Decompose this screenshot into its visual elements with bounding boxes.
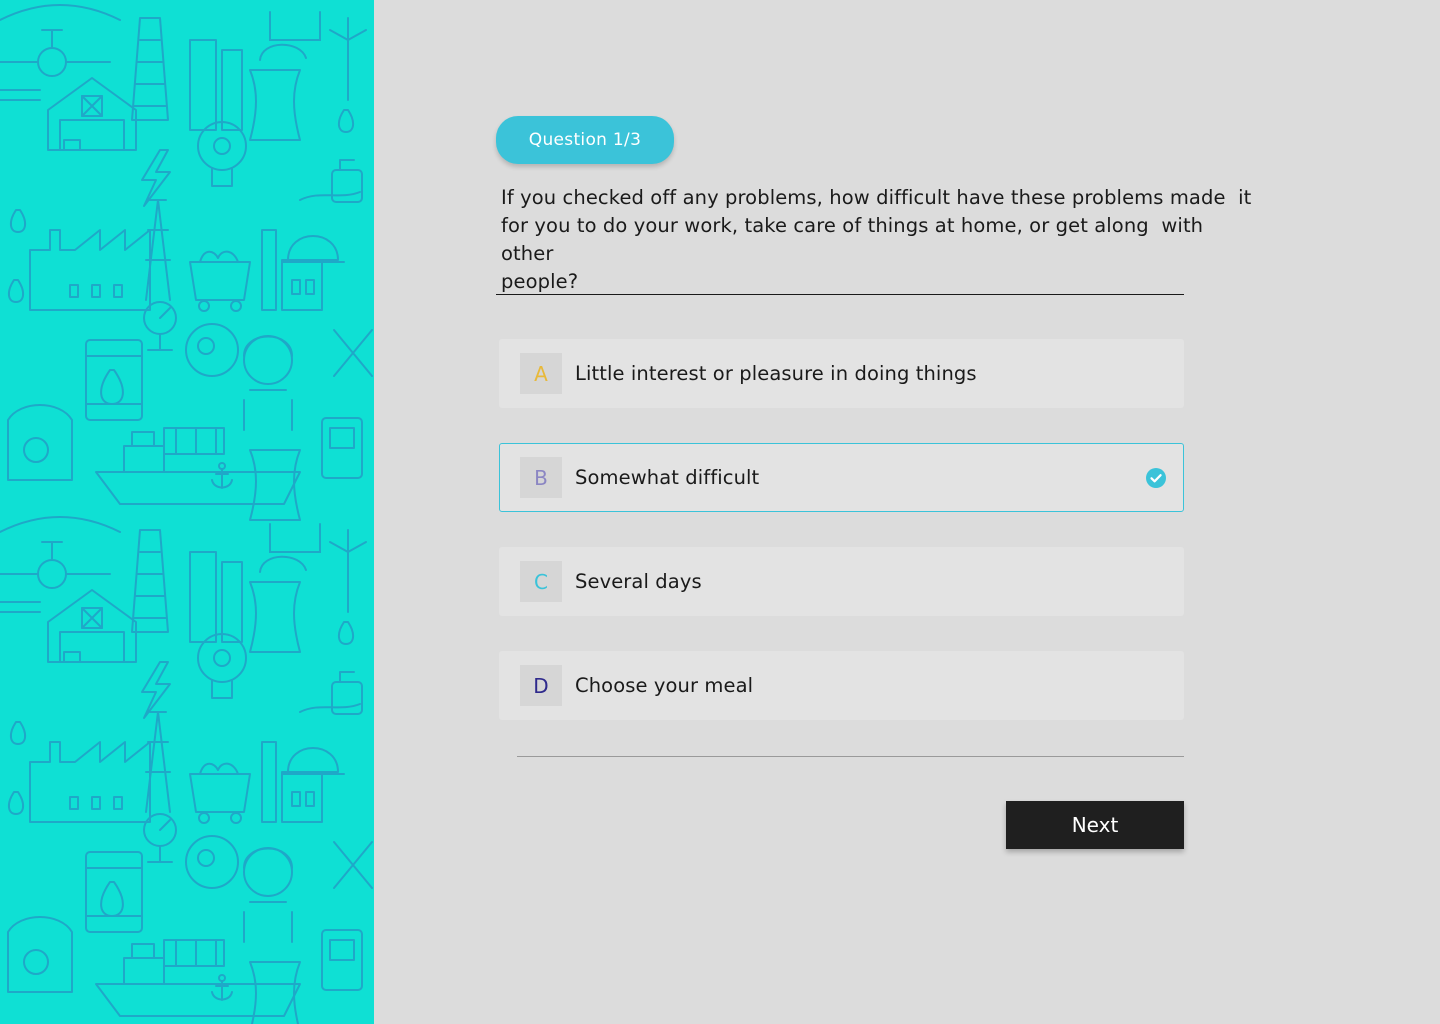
question-counter-badge: Question 1/3: [496, 116, 674, 164]
decorative-pattern-panel: [0, 0, 374, 1024]
question-text: If you checked off any problems, how dif…: [501, 186, 1252, 293]
next-button[interactable]: Next: [1006, 801, 1184, 849]
question-divider: [496, 294, 1184, 295]
option-letter-b: B: [520, 457, 562, 498]
option-letter-a: A: [520, 353, 562, 394]
option-label-c: Several days: [575, 570, 702, 593]
answer-options-list: A Little interest or pleasure in doing t…: [499, 339, 1184, 755]
option-a[interactable]: A Little interest or pleasure in doing t…: [499, 339, 1184, 408]
option-b[interactable]: B Somewhat difficult: [499, 443, 1184, 512]
checkmark-icon: [1146, 467, 1166, 488]
option-letter-d: D: [520, 665, 562, 706]
industry-pattern-illustration: [0, 4, 373, 1024]
quiz-main: Question 1/3 If you checked off any prob…: [374, 0, 1440, 1024]
option-letter-c: C: [520, 561, 562, 602]
option-label-a: Little interest or pleasure in doing thi…: [575, 362, 977, 385]
options-divider: [517, 756, 1184, 757]
option-d[interactable]: D Choose your meal: [499, 651, 1184, 720]
quiz-app: Question 1/3 If you checked off any prob…: [0, 0, 1440, 1024]
option-label-b: Somewhat difficult: [575, 466, 760, 489]
option-c[interactable]: C Several days: [499, 547, 1184, 616]
option-label-d: Choose your meal: [575, 674, 754, 697]
